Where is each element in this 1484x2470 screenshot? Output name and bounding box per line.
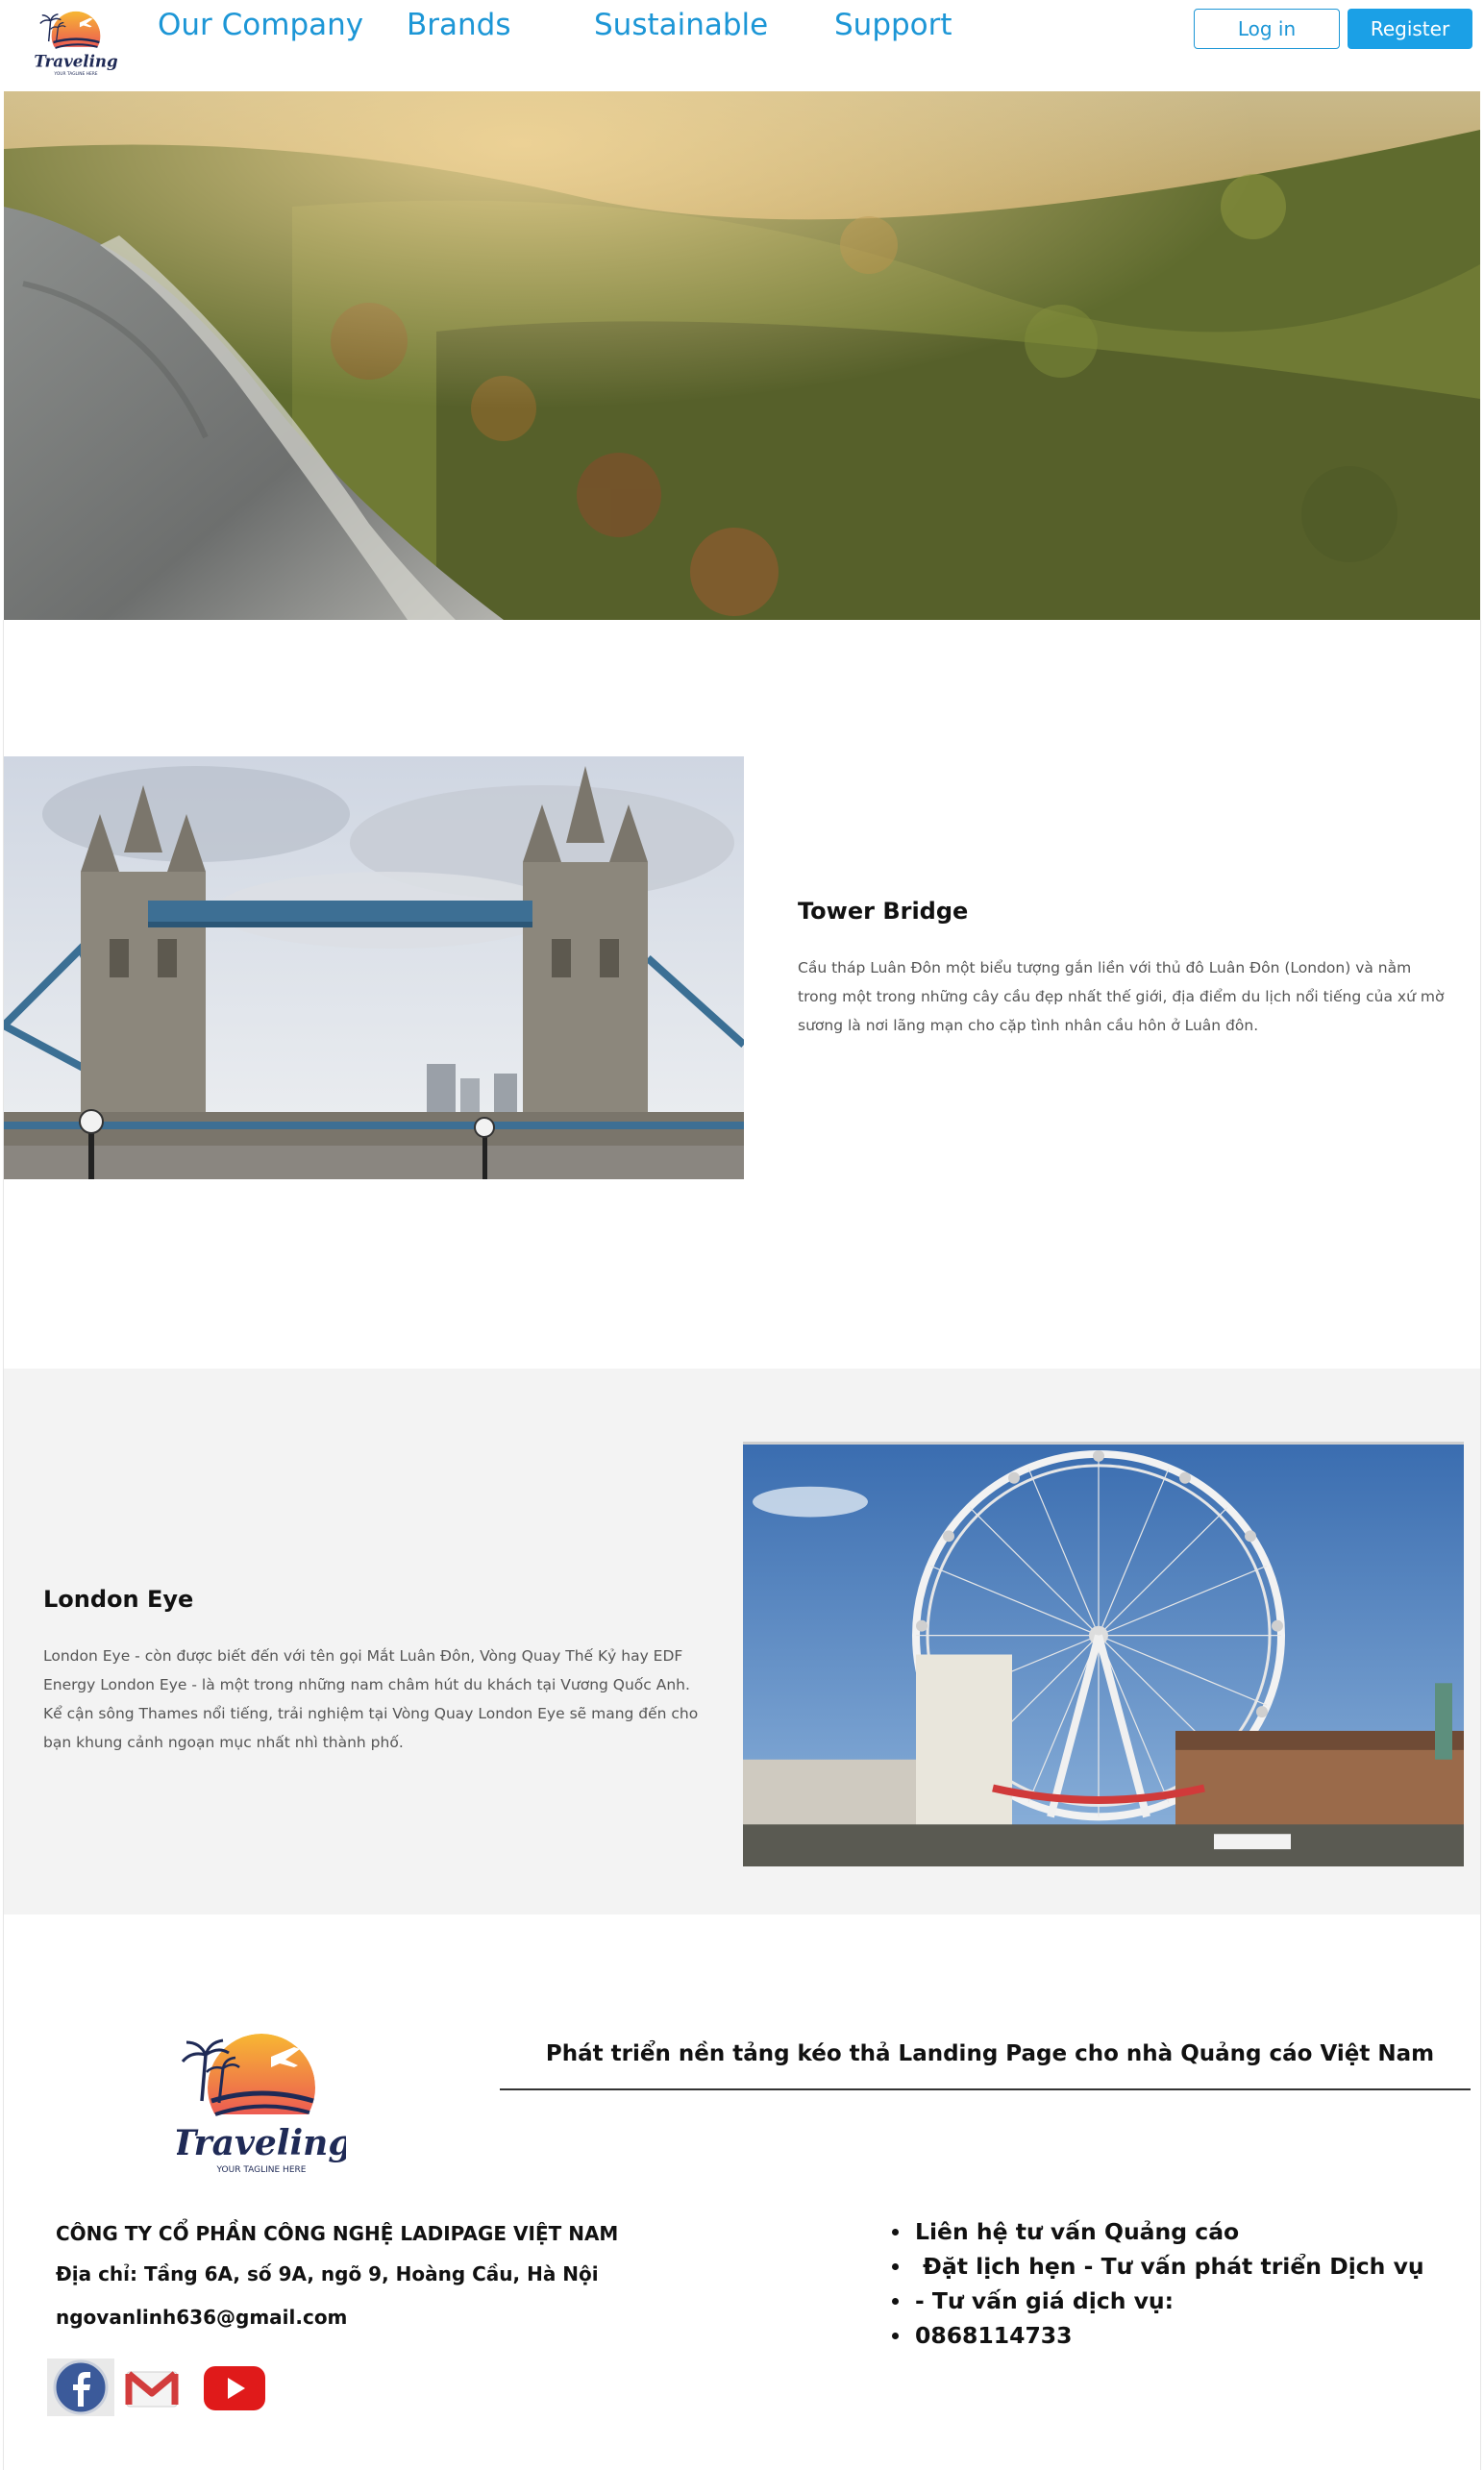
tower-bridge-title: Tower Bridge xyxy=(798,898,969,925)
london-eye-title: London Eye xyxy=(43,1586,194,1613)
footer-heading: Phát triển nền tảng kéo thả Landing Page… xyxy=(545,2041,1435,2066)
footer-logo-tagline: YOUR TAGLINE HERE xyxy=(216,2165,307,2175)
tower-bridge-line-3: sương là nơi lãng mạn cho cặp tình nhân … xyxy=(798,1017,1259,1034)
bullet-icon xyxy=(892,2229,899,2235)
contact-item: Liên hệ tư vấn Quảng cáo xyxy=(892,2214,1424,2249)
company-address: Địa chỉ: Tầng 6A, số 9A, ngõ 9, Hoàng Cầ… xyxy=(56,2262,599,2285)
footer-logo-wordmark: Traveling xyxy=(177,2123,346,2163)
traveling-logo-footer: Traveling YOUR TAGLINE HERE xyxy=(177,2034,346,2175)
tower-bridge-line-2: trong một trong những cây cầu đẹp nhất t… xyxy=(798,988,1445,1005)
contact-item-text: Đặt lịch hẹn - Tư vấn phát triển Dịch vụ xyxy=(915,2253,1424,2280)
footer-divider xyxy=(500,2088,1471,2090)
traveling-logo[interactable]: Traveling YOUR TAGLINE HERE xyxy=(35,6,117,83)
contact-item: - Tư vấn giá dịch vụ: xyxy=(892,2284,1424,2318)
contact-item: Đặt lịch hẹn - Tư vấn phát triển Dịch vụ xyxy=(892,2249,1424,2284)
site-header: Traveling YOUR TAGLINE HERE Our Company … xyxy=(0,0,1484,91)
contact-item-text: - Tư vấn giá dịch vụ: xyxy=(915,2287,1175,2314)
nav-our-company[interactable]: Our Company xyxy=(158,8,363,42)
nav-brands[interactable]: Brands xyxy=(407,8,511,42)
london-eye-line-1: London Eye - còn được biết đến với tên g… xyxy=(43,1647,683,1665)
bullet-icon xyxy=(892,2333,899,2339)
youtube-icon[interactable] xyxy=(202,2359,267,2416)
contact-item-text: Liên hệ tư vấn Quảng cáo xyxy=(915,2218,1240,2245)
tower-bridge-image xyxy=(4,756,744,1179)
facebook-icon[interactable] xyxy=(47,2359,114,2416)
london-eye-image xyxy=(743,1442,1464,1866)
company-email[interactable]: ngovanlinh636@gmail.com xyxy=(56,2306,347,2329)
contact-list: Liên hệ tư vấn Quảng cáo Đặt lịch hẹn - … xyxy=(892,2214,1424,2353)
bullet-icon xyxy=(892,2263,899,2270)
tower-bridge-line-1: Cầu tháp Luân Đôn một biểu tượng gắn liề… xyxy=(798,959,1412,976)
nav-support[interactable]: Support xyxy=(834,8,952,42)
company-name: CÔNG TY CỔ PHẦN CÔNG NGHỆ LADIPAGE VIỆT … xyxy=(56,2222,619,2245)
tower-bridge-description: Cầu tháp Luân Đôn một biểu tượng gắn liề… xyxy=(798,953,1444,1040)
london-eye-line-4: bạn khung cảnh ngoạn mục nhất nhì thành … xyxy=(43,1734,404,1751)
login-button[interactable]: Log in xyxy=(1194,9,1340,49)
register-button[interactable]: Register xyxy=(1348,9,1472,49)
hero-forest-image xyxy=(4,91,1480,620)
logo-wordmark: Traveling xyxy=(35,51,117,70)
contact-item: 0868114733 xyxy=(892,2318,1424,2353)
contact-phone[interactable]: 0868114733 xyxy=(915,2322,1073,2349)
london-eye-line-3: Kể cận sông Thames nổi tiếng, trải nghiệ… xyxy=(43,1705,699,1722)
nav-sustainable[interactable]: Sustainable xyxy=(594,8,768,42)
gmail-icon[interactable] xyxy=(123,2359,181,2416)
london-eye-line-2: Energy London Eye - là một trong những n… xyxy=(43,1676,690,1693)
london-eye-description: London Eye - còn được biết đến với tên g… xyxy=(43,1642,698,1757)
bullet-icon xyxy=(892,2298,899,2305)
logo-tagline: YOUR TAGLINE HERE xyxy=(53,71,97,77)
